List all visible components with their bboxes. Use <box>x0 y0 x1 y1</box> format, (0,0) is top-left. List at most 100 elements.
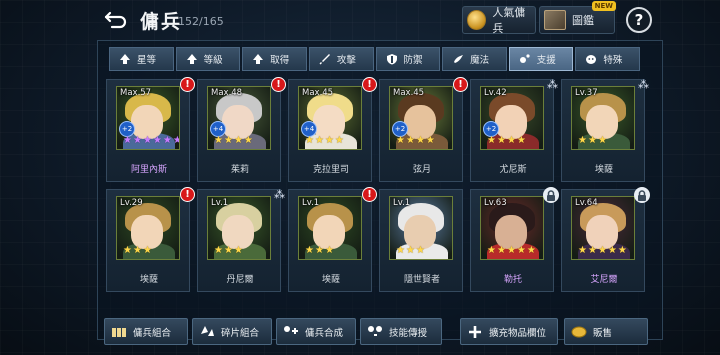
bottom-button-4[interactable]: 擴充物品欄位 <box>460 318 558 345</box>
mercenary-card[interactable]: Lv.42 +2 ★ ★ ★ ★ ⁂ 尤尼斯 <box>470 78 558 182</box>
star-icon: ★ <box>578 135 587 146</box>
star-rating: ★ ★ ★ <box>123 246 152 256</box>
mercenary-portrait: Lv.1 ★ ★ ★ <box>207 196 271 260</box>
star-icon: ★ <box>516 135 526 146</box>
bottom-button-label: 販售 <box>593 327 613 339</box>
mercenary-name: 阿里內斯 <box>130 165 167 175</box>
level-label: Lv.1 <box>211 198 229 208</box>
level-label: Lv.63 <box>484 198 507 208</box>
star-icon: ★ <box>415 135 425 146</box>
tab-label: 攻擊 <box>336 55 356 66</box>
star-icon: ★ <box>214 135 223 146</box>
mercenary-card[interactable]: Lv.1 ★ ★ ★ ⁂ 丹尼爾 <box>197 188 285 292</box>
star-icon: ★ <box>173 136 179 146</box>
tab-3[interactable]: 攻擊 <box>308 47 374 71</box>
mercenary-card[interactable]: Lv.63 ★ ★ ★ ★ ★ 勒托 <box>470 187 559 292</box>
arrow-up-icon <box>253 54 264 64</box>
star-icon: ★ <box>396 245 405 256</box>
star-icon: ★ <box>487 245 496 256</box>
bottom-button-0[interactable]: 傭兵組合 <box>104 318 188 345</box>
level-label: Max.45 <box>393 88 425 98</box>
mercenary-name: 艾尼爾 <box>590 275 618 285</box>
mercenary-name: 克拉里司 <box>312 165 349 175</box>
mercenary-portrait: Lv.29 ★ ★ ★ <box>116 196 180 260</box>
tab-0[interactable]: 星等 <box>109 47 174 71</box>
header: 傭兵 152/165 人氣傭兵 圖鑑 NEW ? <box>0 0 720 40</box>
mercenary-card[interactable]: Lv.29 ★ ★ ★ ! 埃薩 <box>106 187 195 292</box>
tab-6[interactable]: 支援 <box>508 47 574 71</box>
mercenary-portrait: Max.45 +4 ★ ★ ★ ★ <box>298 86 362 150</box>
level-label: Max.48 <box>211 88 243 98</box>
lock-icon <box>543 187 559 203</box>
back-button[interactable] <box>102 7 130 31</box>
help-button[interactable]: ? <box>626 7 652 33</box>
bottom-action-bar: 傭兵組合 碎片組合 傭兵合成 技能傳授 擴充物品欄位 販售 <box>104 318 664 346</box>
mercenary-name: 茱莉 <box>230 165 249 175</box>
star-icon: ★ <box>223 135 233 146</box>
star-icon: ★ <box>607 245 617 256</box>
mercenary-card[interactable]: Lv.1 ★ ★ ★ ! 埃薩 <box>288 187 377 292</box>
tab-2[interactable]: 取得 <box>242 47 307 71</box>
bottom-button-label: 擴充物品欄位 <box>489 327 547 339</box>
mercenary-name: 弦月 <box>412 165 431 175</box>
dex-label: 圖鑑 <box>572 14 594 27</box>
mercenary-name: 勒托 <box>503 275 522 285</box>
mercenary-name: 尤尼斯 <box>499 165 527 175</box>
bottom-button-label: 傭兵合成 <box>305 327 344 339</box>
popular-mercenary-button[interactable]: 人氣傭兵 <box>462 6 536 35</box>
star-rating: ★ ★ ★ <box>214 246 243 256</box>
alert-icon: ! <box>362 187 377 202</box>
mercenary-card[interactable]: Max.45 +4 ★ ★ ★ ★ ! 克拉里司 <box>288 77 377 182</box>
star-rating: ★★★★★★ <box>123 136 179 146</box>
bottom-button-3[interactable]: 技能傳授 <box>360 318 442 345</box>
support-role-icon: ⁂ <box>547 78 558 91</box>
mercenary-name: 丹尼爾 <box>226 275 254 285</box>
star-rating: ★ ★ ★ ★ ★ <box>578 246 627 256</box>
dex-button[interactable]: 圖鑑 NEW <box>539 1 616 34</box>
tab-1[interactable]: 等級 <box>175 47 241 71</box>
star-icon: ★ <box>516 245 526 256</box>
level-label: Lv.37 <box>575 88 598 98</box>
mercenary-name: 埃薩 <box>321 275 340 285</box>
magic-icon <box>454 55 464 63</box>
tab-label: 星等 <box>137 55 157 66</box>
star-rating: ★ ★ ★ ★ <box>487 136 526 146</box>
mercenary-card[interactable]: Max.45 +2 ★ ★ ★ ★ ! 弦月 <box>379 77 468 182</box>
mercenary-card[interactable]: Lv.64 ★ ★ ★ ★ ★ 艾尼爾 <box>561 187 650 292</box>
level-label: Lv.1 <box>393 198 411 208</box>
fragment-icon <box>201 325 214 336</box>
star-icon: ★ <box>506 245 516 256</box>
mercenary-card[interactable]: Max.57 +2 ★★★★★★ ! 阿里內斯 <box>106 77 195 182</box>
star-icon: ★ <box>587 135 597 146</box>
mercenary-count: 152/165 <box>178 15 224 28</box>
star-icon: ★ <box>233 135 243 146</box>
popular-icon <box>467 10 487 30</box>
mercenary-portrait: Lv.1 ★ ★ ★ <box>389 196 453 260</box>
star-icon: ★ <box>597 135 607 146</box>
star-icon: ★ <box>617 245 627 256</box>
star-icon: ★ <box>233 245 243 256</box>
mercenary-name: 隱世賢者 <box>403 275 440 285</box>
mercenary-card[interactable]: Max.48 +4 ★ ★ ★ ★ ! 茱莉 <box>197 77 286 182</box>
star-rating: ★ ★ ★ ★ <box>396 136 435 146</box>
star-rating: ★ ★ ★ ★ <box>305 136 344 146</box>
bottom-button-2[interactable]: 傭兵合成 <box>276 318 356 345</box>
popular-label: 人氣傭兵 <box>492 6 526 35</box>
bottom-button-5[interactable]: 販售 <box>564 318 648 345</box>
star-icon: ★ <box>334 135 344 146</box>
new-badge: NEW <box>591 1 616 11</box>
mercenary-card[interactable]: Lv.37 ★ ★ ★ ⁂ 埃薩 <box>561 78 649 182</box>
star-icon: ★ <box>305 135 314 146</box>
arrow-up-icon <box>186 54 197 64</box>
merge-icon <box>284 325 298 334</box>
bottom-button-1[interactable]: 碎片組合 <box>192 318 272 345</box>
alert-icon: ! <box>453 77 468 92</box>
star-icon: ★ <box>587 245 597 256</box>
mercenary-card[interactable]: Lv.1 ★ ★ ★ 隱世賢者 <box>379 189 463 292</box>
star-icon: ★ <box>487 135 496 146</box>
tab-7[interactable]: 特殊 <box>575 47 640 71</box>
tab-5[interactable]: 魔法 <box>442 47 507 71</box>
mercenary-portrait: Lv.1 ★ ★ ★ <box>298 196 362 260</box>
tab-4[interactable]: 防禦 <box>375 47 441 71</box>
star-icon: ★ <box>405 245 415 256</box>
